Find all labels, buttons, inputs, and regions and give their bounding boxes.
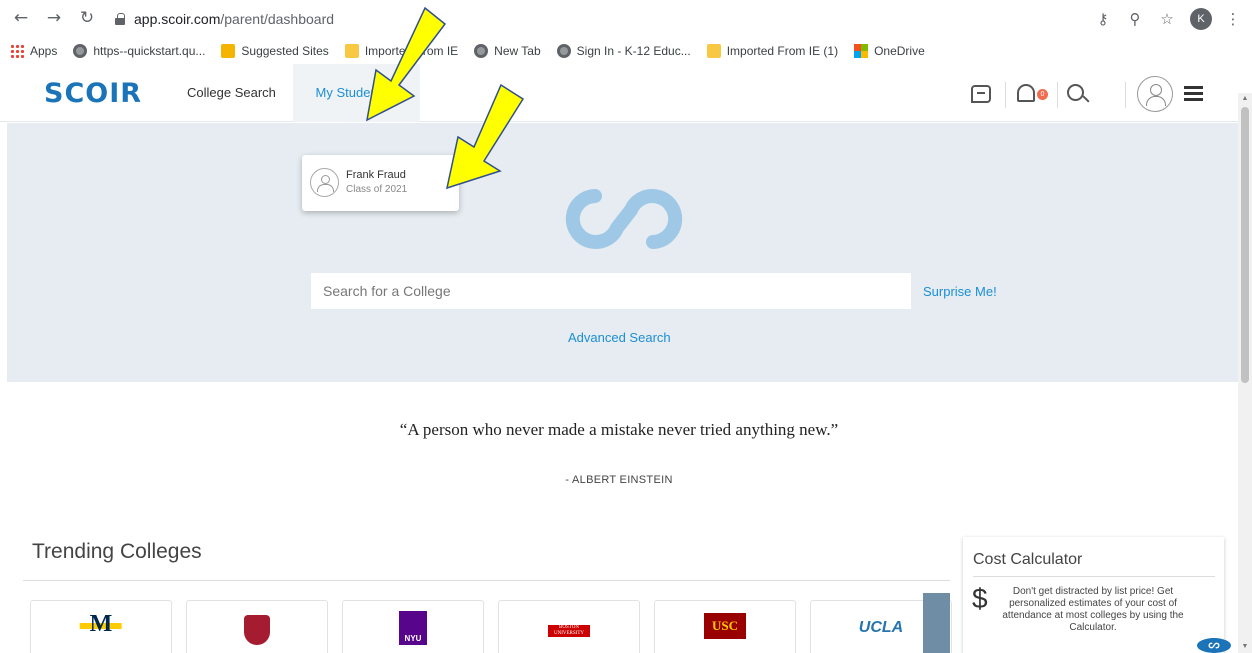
apps-grid-icon xyxy=(10,44,24,58)
user-avatar-icon[interactable] xyxy=(1137,76,1173,112)
browser-actions: ⚷ ⚲ ☆ K ⋮ xyxy=(1082,6,1252,32)
message-icon[interactable] xyxy=(971,85,991,103)
surprise-me-link[interactable]: Surprise Me! xyxy=(923,284,997,299)
trending-colleges-heading: Trending Colleges xyxy=(32,540,202,563)
bookmark-new-tab[interactable]: New Tab xyxy=(474,44,541,58)
search-icon[interactable] xyxy=(1067,84,1084,101)
bookmark-imported-from-ie-1[interactable]: Imported From IE (1) xyxy=(706,44,838,58)
url-path: /parent/dashboard xyxy=(220,11,335,27)
harvard-shield-icon xyxy=(244,615,270,645)
carousel-next-button[interactable] xyxy=(923,593,950,653)
college-search-input[interactable] xyxy=(311,273,911,309)
nav-my-students[interactable]: My Students ^ xyxy=(293,64,420,122)
bell-icon[interactable] xyxy=(1017,84,1035,102)
advanced-search-link[interactable]: Advanced Search xyxy=(568,330,671,345)
zoom-icon[interactable]: ⚲ xyxy=(1124,8,1146,30)
bing-icon xyxy=(221,44,236,58)
globe-icon xyxy=(474,44,489,58)
profile-avatar[interactable]: K xyxy=(1190,8,1212,30)
divider xyxy=(1005,82,1006,108)
college-card-boston-university[interactable]: BOSTON UNIVERSITY xyxy=(498,600,640,653)
ucla-logo: UCLA xyxy=(858,619,904,636)
globe-icon xyxy=(73,44,88,58)
my-students-dropdown: Frank Fraud Class of 2021 xyxy=(302,155,459,211)
divider xyxy=(23,580,950,581)
folder-icon xyxy=(344,44,359,58)
browser-toolbar: ← → ↻ app.scoir.com/parent/dashboard ⚷ ⚲… xyxy=(0,0,1252,38)
cost-calculator-description: Don't get distracted by list price! Get … xyxy=(1002,586,1184,633)
cost-calculator-card: Cost Calculator $ Don't get distracted b… xyxy=(963,537,1224,653)
star-icon[interactable]: ☆ xyxy=(1156,8,1178,30)
url-host: app.scoir.com xyxy=(134,11,221,27)
bookmark-imported-from-ie[interactable]: Imported From IE xyxy=(344,44,458,58)
usc-logo: USC xyxy=(704,613,746,639)
bookmark-apps[interactable]: Apps xyxy=(10,44,57,58)
forward-icon[interactable]: → xyxy=(45,9,63,27)
scoir-infinity-logo-icon xyxy=(565,189,683,249)
cost-calculator-title: Cost Calculator xyxy=(973,551,1083,568)
quote-text: “A person who never made a mistake never… xyxy=(399,420,839,439)
scrollbar-thumb[interactable] xyxy=(1241,107,1249,383)
student-menu-item[interactable]: Frank Fraud Class of 2021 xyxy=(302,155,459,211)
michigan-logo: M xyxy=(79,611,122,638)
nyu-logo: NYU xyxy=(399,611,427,645)
divider xyxy=(973,576,1215,577)
bookmark-quickstart[interactable]: https--quickstart.qu... xyxy=(73,44,205,58)
college-card-nyu[interactable]: NYU xyxy=(342,600,484,653)
college-card-harvard[interactable] xyxy=(186,600,328,653)
scroll-down-arrow-icon[interactable]: ▼ xyxy=(1240,643,1250,650)
reload-icon[interactable]: ↻ xyxy=(78,9,96,27)
student-name: Frank Fraud xyxy=(346,169,406,181)
bookmarks-bar: Apps https--quickstart.qu... Suggested S… xyxy=(0,38,1252,64)
hamburger-menu-icon[interactable] xyxy=(1184,86,1203,101)
scoir-logo[interactable]: SCOIR xyxy=(44,78,142,109)
bookmark-suggested-sites[interactable]: Suggested Sites xyxy=(221,44,329,58)
address-bar[interactable]: app.scoir.com/parent/dashboard xyxy=(115,6,1075,32)
bookmark-sign-in[interactable]: Sign In - K-12 Educ... xyxy=(556,44,691,58)
boston-university-logo: BOSTON UNIVERSITY xyxy=(548,625,590,637)
college-card-usc[interactable]: USC xyxy=(654,600,796,653)
chat-launcher-icon[interactable] xyxy=(1197,638,1231,653)
nav-college-search[interactable]: College Search xyxy=(187,64,276,122)
screen: ← → ↻ app.scoir.com/parent/dashboard ⚷ ⚲… xyxy=(0,0,1252,653)
microsoft-icon xyxy=(854,44,869,58)
bookmark-onedrive[interactable]: OneDrive xyxy=(854,44,925,58)
back-icon[interactable]: ← xyxy=(12,9,30,27)
divider xyxy=(1057,82,1058,108)
scroll-up-arrow-icon[interactable]: ▲ xyxy=(1240,95,1250,102)
student-class: Class of 2021 xyxy=(346,184,408,195)
app-header: SCOIR College Search My Students ^ 0 xyxy=(0,64,1238,122)
globe-icon xyxy=(556,44,571,58)
student-avatar-icon xyxy=(310,168,339,197)
dollar-icon: $ xyxy=(972,583,988,614)
folder-icon xyxy=(706,44,721,58)
divider xyxy=(1125,82,1126,108)
key-icon[interactable]: ⚷ xyxy=(1092,8,1114,30)
quote-author: - ALBERT EINSTEIN xyxy=(565,474,673,486)
lock-icon xyxy=(115,13,125,25)
kebab-menu-icon[interactable]: ⋮ xyxy=(1222,8,1244,30)
college-card-michigan[interactable]: M xyxy=(30,600,172,653)
notification-badge: 0 xyxy=(1037,89,1048,100)
